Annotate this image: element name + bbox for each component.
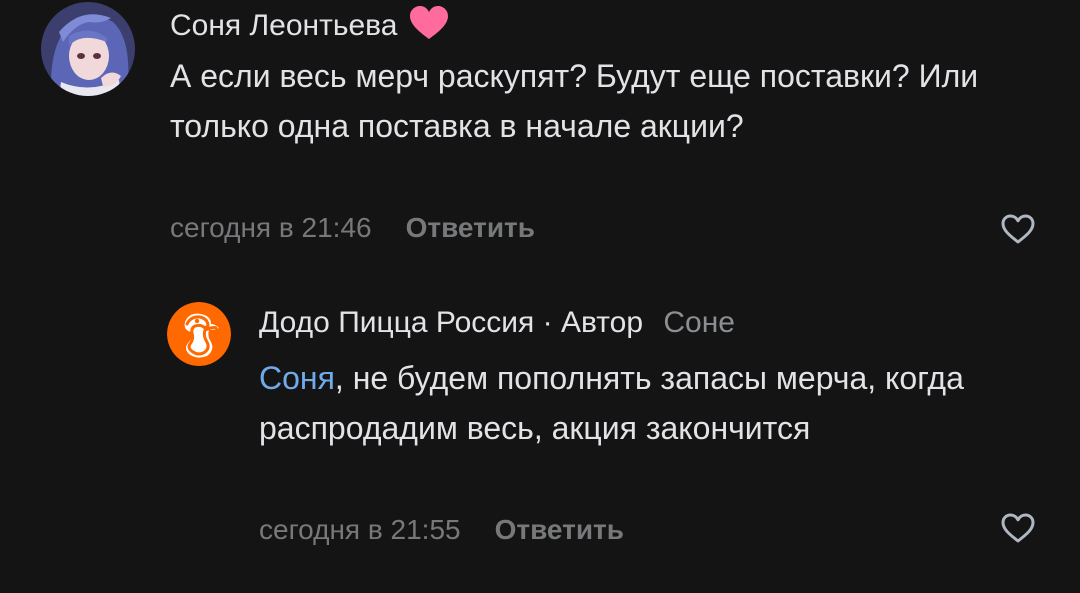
- comment-meta: сегодня в 21:55 Ответить: [259, 514, 624, 546]
- comment: Соня Леонтьева А если весь мерч раскупят…: [0, 0, 1080, 270]
- author-role-badge: Автор: [560, 306, 644, 339]
- author-name[interactable]: Соня Леонтьева: [170, 5, 450, 43]
- comment-reply: Додо Пицца Россия · Автор Соне Соня, не …: [0, 270, 1080, 593]
- anime-avatar-image: [41, 2, 135, 96]
- mention-link[interactable]: Соня: [259, 360, 335, 396]
- comment-text-body: , не будем пополнять запасы мерча, когда…: [259, 360, 964, 446]
- comment-text: А если весь мерч раскупят? Будут еще пос…: [170, 58, 979, 144]
- author-name-text[interactable]: Соня Леонтьева: [170, 9, 397, 42]
- comment-meta: сегодня в 21:46 Ответить: [170, 212, 535, 244]
- avatar[interactable]: [167, 302, 231, 366]
- comment-text: Соня, не будем пополнять запасы мерча, к…: [259, 353, 1019, 453]
- reply-button[interactable]: Ответить: [406, 212, 535, 243]
- reply-button[interactable]: Ответить: [495, 514, 624, 545]
- dodo-logo-icon: [167, 302, 231, 366]
- avatar[interactable]: [41, 2, 135, 96]
- heart-outline-icon[interactable]: [1000, 512, 1036, 544]
- pink-heart-icon: [409, 6, 448, 39]
- comment-time: сегодня в 21:55: [259, 514, 461, 545]
- reply-to-name[interactable]: Соне: [663, 306, 735, 339]
- comment-time: сегодня в 21:46: [170, 212, 372, 243]
- author-separator: ·: [542, 306, 553, 339]
- author-name[interactable]: Додо Пицца Россия: [259, 306, 534, 339]
- heart-outline-icon[interactable]: [1000, 213, 1036, 245]
- author-row: Додо Пицца Россия · Автор Соне: [259, 306, 735, 340]
- comments-thread: Соня Леонтьева А если весь мерч раскупят…: [0, 0, 1080, 593]
